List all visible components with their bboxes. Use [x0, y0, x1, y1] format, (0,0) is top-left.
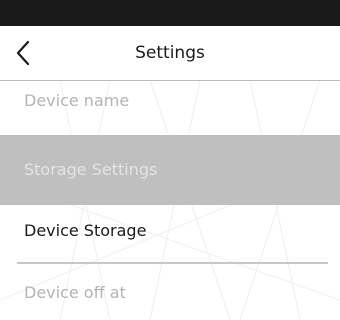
status-bar — [0, 0, 340, 26]
divider — [17, 262, 328, 264]
page-title: Settings — [135, 43, 205, 63]
settings-screen: Settings Device name Storage Settings De… — [0, 0, 340, 320]
header: Settings — [0, 26, 340, 81]
device-off-at-item[interactable]: Device off at — [0, 268, 340, 318]
device-storage-item[interactable]: Device Storage — [0, 205, 340, 261]
storage-settings-section-header: Storage Settings — [0, 135, 340, 205]
device-name-item[interactable]: Device name — [0, 82, 340, 124]
